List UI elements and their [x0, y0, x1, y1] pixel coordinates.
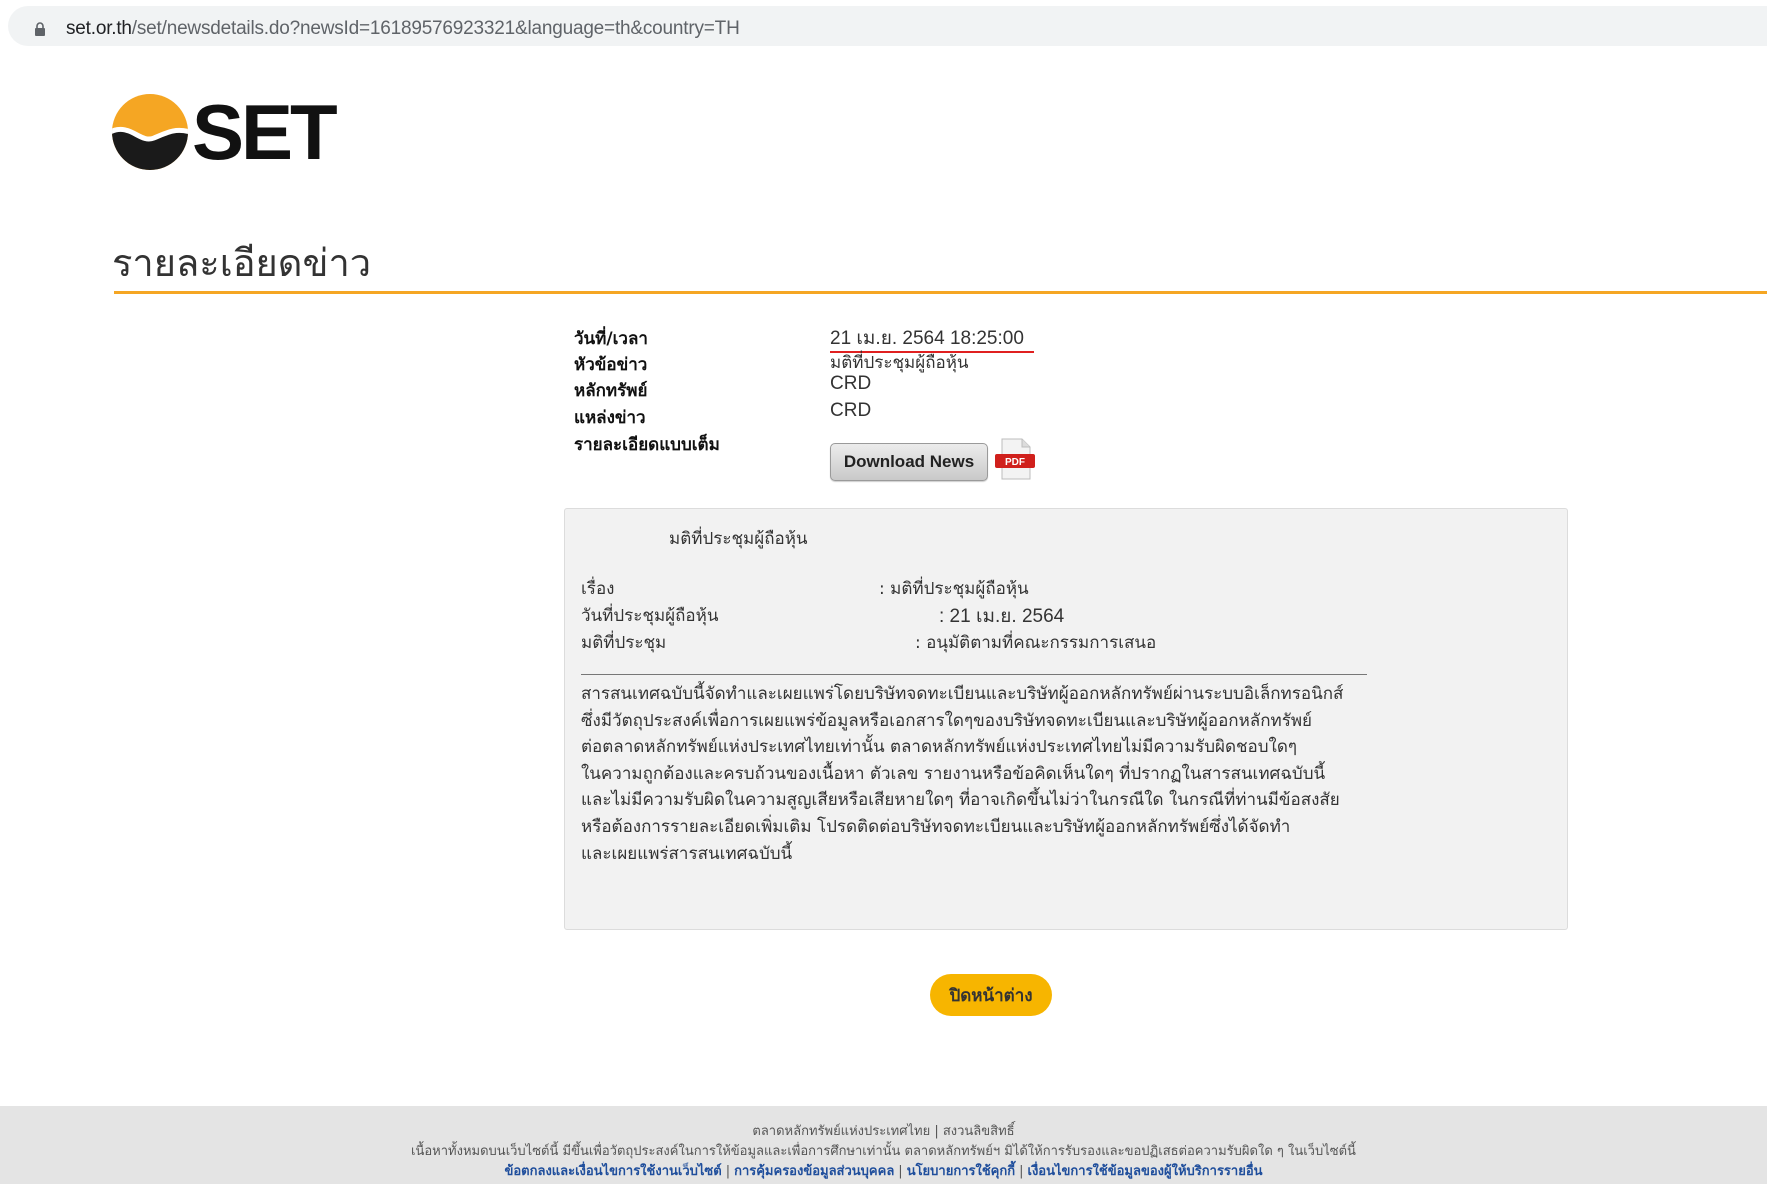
disclaimer-line: และไม่มีความรับผิดในความสูญเสียหรือเสียห… [581, 790, 1340, 811]
address-bar[interactable]: set.or.th/set/newsdetails.do?newsId=1618… [8, 6, 1767, 46]
url-text[interactable]: set.or.th/set/newsdetails.do?newsId=1618… [66, 18, 740, 40]
disclaimer-line: ต่อตลาดหลักทรัพย์แห่งประเทศไทยเท่านั้น ต… [581, 737, 1298, 758]
security-value: CRD [830, 373, 872, 394]
logo-text: SET [192, 88, 338, 176]
content-row-resolution: มติที่ประชุม [581, 629, 666, 656]
footer-link-terms[interactable]: ข้อตกลงและเงื่อนไขการใช้งานเว็บไซต์ [504, 1164, 721, 1179]
disclaimer-line: หรือต้องการรายละเอียดเพิ่มเติม โปรดติดต่… [581, 816, 1291, 837]
url-path: /set/newsdetails.do?newsId=1618957692332… [131, 18, 740, 39]
footer-link-cookies[interactable]: นโยบายการใช้คุกกี้ [907, 1164, 1015, 1179]
content-value: : อนุมัติตามที่คณะกรรมการเสนอ [915, 633, 1157, 653]
source-value: CRD [830, 400, 872, 421]
original-label: รายละเอียดแบบเต็ม [574, 435, 720, 455]
disclaimer-line: ซึ่งมีวัตถุประสงค์เพื่อการเผยแพร่ข้อมูลห… [581, 710, 1313, 731]
content-key: วันที่ประชุมผู้ถือหุ้น [581, 606, 719, 626]
disclaimer-line: ในความถูกต้องและครบถ้วนของเนื้อหา ตัวเลข… [581, 763, 1326, 784]
news-content-box: มติที่ประชุมผู้ถือหุ้น เรื่อง : มติที่ปร… [564, 508, 1568, 930]
source-label: แหล่งข่าว [574, 408, 646, 428]
content-key: เรื่อง [581, 579, 615, 599]
content-value: : มติที่ประชุมผู้ถือหุ้น [879, 579, 1029, 599]
close-window-button[interactable]: ปิดหน้าต่าง [930, 974, 1052, 1016]
footer-links: ข้อตกลงและเงื่อนไขการใช้งานเว็บไซต์ | การค… [504, 1164, 1263, 1179]
footer-copyright: ตลาดหลักทรัพย์แห่งประเทศไทย | สงวนลิขสิท… [752, 1124, 1015, 1139]
date-label: วันที่/เวลา [574, 329, 648, 349]
footer: ตลาดหลักทรัพย์แห่งประเทศไทย | สงวนลิขสิท… [0, 1106, 1767, 1184]
disclaimer: สารสนเทศฉบับนี้จัดทำและเผยแพร่โดยบริษัทจ… [581, 681, 1541, 867]
headline-label: หัวข้อข่าว [574, 355, 648, 375]
footer-link-privacy[interactable]: การคุ้มครองข้อมูลส่วนบุคคล [734, 1164, 894, 1179]
set-logo[interactable]: SET [110, 88, 340, 176]
content-heading: มติที่ประชุมผู้ถือหุ้น [669, 529, 808, 549]
content-row-subject: เรื่อง [581, 575, 614, 602]
disclaimer-line: สารสนเทศฉบับนี้จัดทำและเผยแพร่โดยบริษัทจ… [581, 684, 1344, 704]
footer-notice: เนื้อหาทั้งหมดบนเว็บไซต์นี้ มีขึ้นเพื่อว… [411, 1144, 1356, 1159]
set-logo-icon [112, 94, 188, 170]
content-value: : 21 เม.ย. 2564 [939, 606, 1065, 627]
lock-icon [35, 22, 45, 36]
download-news-button[interactable]: Download News [830, 443, 988, 481]
disclaimer-line: และเผยแพร่สารสนเทศฉบับนี้ [581, 843, 793, 864]
footer-link-third-party[interactable]: เงื่อนไขการใช้ข้อมูลของผู้ให้บริการรายอื… [1028, 1164, 1263, 1179]
content-row-meeting-date: วันที่ประชุมผู้ถือหุ้น [581, 602, 718, 629]
content-divider [581, 674, 1367, 675]
pdf-badge-text: PDF [1005, 457, 1025, 468]
content-key: มติที่ประชุม [581, 633, 667, 653]
security-label: หลักทรัพย์ [574, 381, 648, 401]
url-host: set.or.th [66, 18, 132, 39]
title-divider [114, 291, 1767, 294]
pdf-icon[interactable]: PDF [994, 437, 1036, 481]
page-title: รายละเอียดข่าว [112, 243, 372, 285]
headline-value: มติที่ประชุมผู้ถือหุ้น [830, 353, 969, 373]
